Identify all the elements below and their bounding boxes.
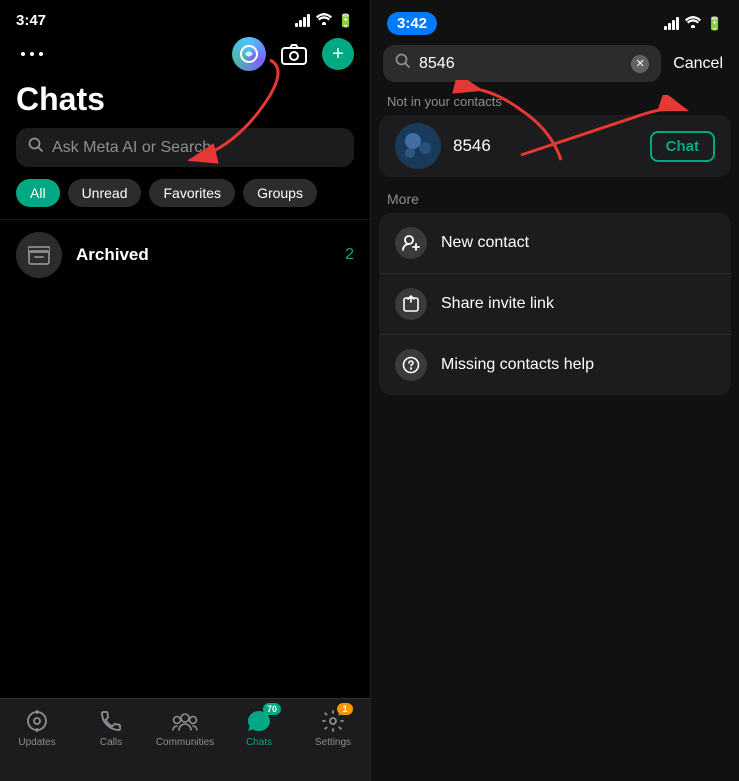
header-actions: + (0, 33, 370, 77)
filter-tabs: All Unread Favorites Groups (0, 179, 370, 219)
tab-calls[interactable]: Calls (74, 707, 148, 748)
signal-icon (295, 14, 310, 27)
tab-chats[interactable]: 70 Chats (222, 707, 296, 748)
wifi-icon-right (685, 16, 701, 31)
filter-tab-favorites[interactable]: Favorites (149, 179, 235, 207)
share-invite-icon (395, 288, 427, 320)
new-contact-label: New contact (441, 234, 529, 252)
not-in-contacts-label: Not in your contacts (371, 88, 739, 115)
status-icons-right: 🔋 (664, 16, 723, 32)
filter-tab-groups[interactable]: Groups (243, 179, 317, 207)
tab-updates[interactable]: Updates (0, 707, 74, 748)
wifi-icon (316, 13, 332, 28)
archive-icon (16, 232, 62, 278)
search-row: 8546 ✕ Cancel (371, 39, 739, 88)
tab-communities-label: Communities (156, 737, 214, 748)
search-input[interactable]: 8546 ✕ (383, 45, 661, 82)
more-options-list: New contact Share invite link Missing c (379, 213, 731, 395)
chats-tab-icon: 70 (245, 707, 273, 735)
status-bar-right: 3:42 🔋 (371, 0, 739, 39)
calls-icon (97, 707, 125, 735)
cancel-button[interactable]: Cancel (669, 51, 727, 77)
tab-communities[interactable]: Communities (148, 707, 222, 748)
missing-contacts-icon (395, 349, 427, 381)
search-bar[interactable]: Ask Meta AI or Search (16, 128, 354, 167)
tab-settings[interactable]: 1 Settings (296, 707, 370, 748)
contact-number: 8546 (453, 136, 638, 156)
communities-icon (171, 707, 199, 735)
camera-button[interactable] (278, 38, 310, 70)
contact-result-row[interactable]: 8546 Chat (379, 115, 731, 177)
settings-icon: 1 (319, 707, 347, 735)
share-invite-label: Share invite link (441, 295, 554, 313)
updates-icon (23, 707, 51, 735)
settings-badge: 1 (337, 703, 353, 715)
menu-dots-button[interactable] (16, 38, 48, 70)
tab-chats-label: Chats (246, 737, 272, 748)
chats-badge: 70 (263, 703, 281, 715)
search-query: 8546 (419, 55, 623, 73)
new-contact-option[interactable]: New contact (379, 213, 731, 274)
archived-row[interactable]: Archived 2 (0, 219, 370, 290)
compose-button[interactable]: + (322, 38, 354, 70)
header-right-icons: + (232, 37, 354, 71)
compose-icon: + (332, 44, 344, 64)
time-left: 3:47 (16, 12, 46, 29)
contact-avatar (395, 123, 441, 169)
status-bar-left: 3:47 🔋 (0, 0, 370, 33)
share-invite-option[interactable]: Share invite link (379, 274, 731, 335)
time-right: 3:42 (387, 12, 437, 35)
tab-bar: Updates Calls Com (0, 698, 370, 781)
search-icon-right (395, 53, 411, 74)
filter-tab-unread[interactable]: Unread (68, 179, 142, 207)
archived-label: Archived (76, 245, 331, 265)
battery-icon: 🔋 (338, 13, 354, 29)
tab-calls-label: Calls (100, 737, 122, 748)
more-label: More (371, 177, 739, 213)
signal-icon-right (664, 17, 679, 30)
clear-search-button[interactable]: ✕ (631, 55, 649, 73)
left-panel: 3:47 🔋 (0, 0, 370, 781)
search-placeholder: Ask Meta AI or Search (52, 139, 342, 157)
missing-contacts-label: Missing contacts help (441, 356, 594, 374)
tab-updates-label: Updates (18, 737, 55, 748)
new-contact-icon (395, 227, 427, 259)
filter-tab-all[interactable]: All (16, 179, 60, 207)
chats-title: Chats (0, 77, 370, 128)
battery-icon-right: 🔋 (707, 16, 723, 32)
meta-ai-icon[interactable] (232, 37, 266, 71)
tab-settings-label: Settings (315, 737, 351, 748)
search-icon (28, 137, 44, 158)
status-icons-left: 🔋 (295, 13, 354, 29)
archived-count: 2 (345, 246, 354, 264)
missing-contacts-option[interactable]: Missing contacts help (379, 335, 731, 395)
chat-button[interactable]: Chat (650, 131, 715, 162)
right-panel: 3:42 🔋 (370, 0, 739, 781)
